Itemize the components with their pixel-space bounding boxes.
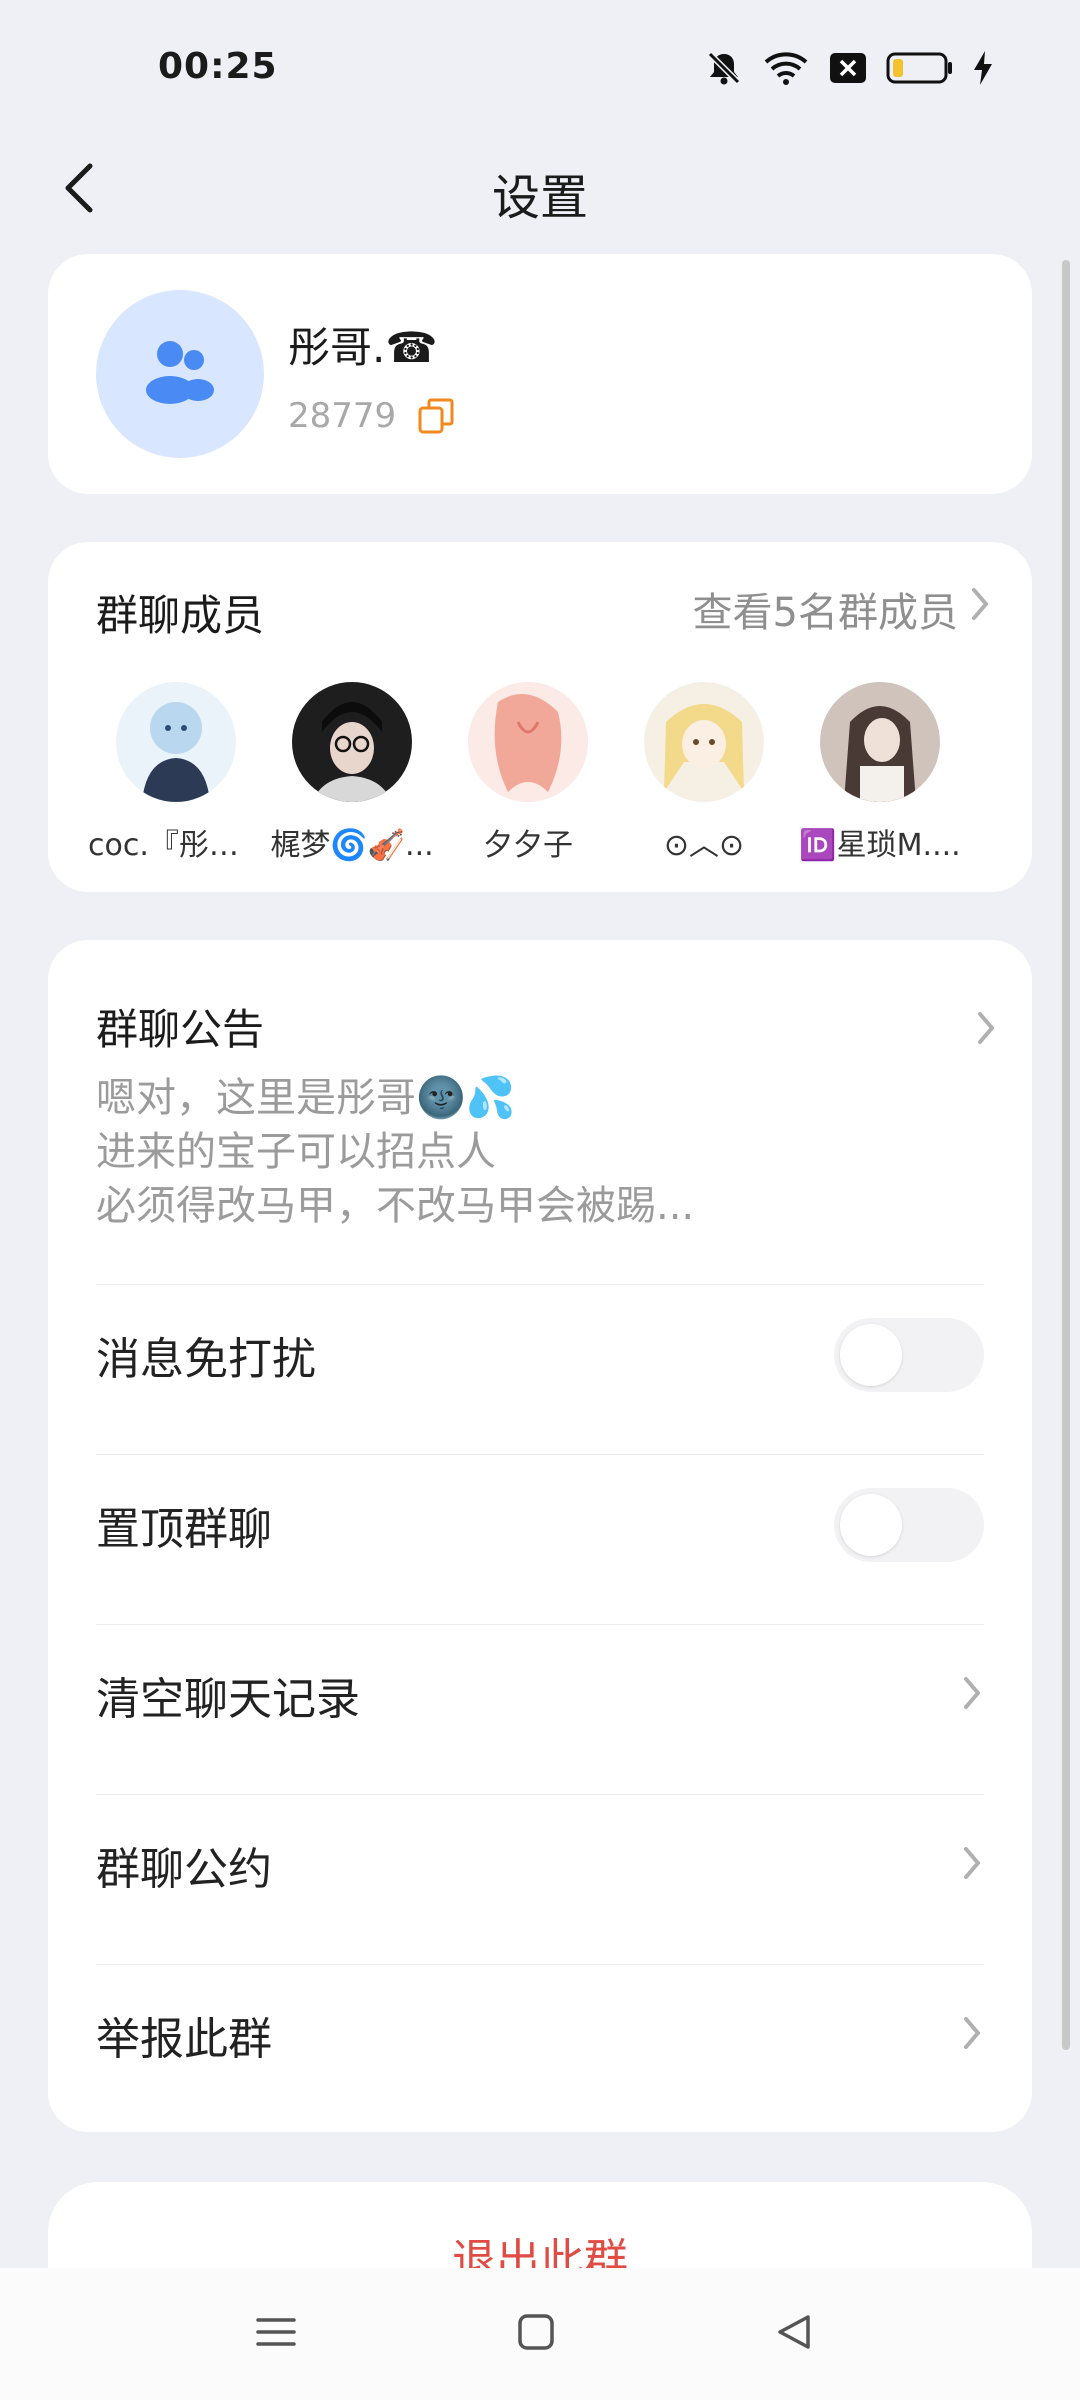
status-bar: 00:25	[0, 0, 1080, 130]
header: 设置	[0, 140, 1080, 240]
chevron-right-icon	[960, 1843, 984, 1887]
charging-icon	[972, 50, 994, 86]
system-nav-bar	[0, 2268, 1080, 2400]
group-id: 28779	[288, 396, 397, 436]
notice-line: 嗯对，这里是彤哥🌚💦	[96, 1075, 516, 1121]
copy-icon[interactable]	[416, 396, 456, 436]
setting-label: 群聊公约	[96, 1844, 272, 1895]
battery-icon	[886, 51, 954, 85]
avatar	[644, 682, 764, 802]
mute-bell-icon	[704, 48, 744, 88]
setting-row-clear-history[interactable]: 清空聊天记录	[96, 1640, 984, 1750]
settings-screen: 00:25 设置 彤哥.☎ 28779 群聊成员 查看5名群成员 coc.『彤哥…	[0, 0, 1080, 2400]
setting-row-mute: 消息免打扰	[96, 1300, 984, 1410]
avatar	[116, 682, 236, 802]
setting-label: 消息免打扰	[96, 1334, 316, 1385]
mute-toggle[interactable]	[834, 1318, 984, 1392]
divider	[96, 1454, 984, 1455]
divider	[96, 1284, 984, 1285]
member-name: 🆔星琐M....	[799, 828, 961, 863]
toggle-knob	[840, 1494, 902, 1556]
avatar	[820, 682, 940, 802]
nav-back-button[interactable]	[764, 2304, 824, 2364]
notice-line: 必须得改马甲，不改马甲会被踢...	[96, 1183, 695, 1229]
chevron-right-icon	[960, 1673, 984, 1717]
member-name: 梶梦🌀🎻...	[270, 828, 434, 863]
view-all-members-button[interactable]: 查看5名群成员	[693, 580, 992, 638]
member-item[interactable]: 夕夕子	[440, 682, 616, 864]
group-notice[interactable]: 群聊公告 嗯对，这里是彤哥🌚💦 进来的宝子可以招点人 必须得改马甲，不改马甲会被…	[96, 996, 994, 1229]
group-id-row: 28779	[288, 396, 456, 436]
group-info-card[interactable]: 彤哥.☎ 28779	[48, 254, 1032, 494]
scrollbar[interactable]	[1062, 260, 1070, 2050]
group-people-icon	[140, 332, 220, 416]
view-all-members-label: 查看5名群成员	[692, 590, 958, 636]
group-avatar	[96, 290, 264, 458]
sim-x-icon	[828, 51, 868, 85]
toggle-knob	[840, 1324, 902, 1386]
divider	[96, 1794, 984, 1795]
members-title: 群聊成员	[96, 591, 265, 640]
home-square-icon	[516, 2312, 556, 2356]
member-item[interactable]: 🆔星琐M....	[792, 682, 968, 864]
wifi-icon	[762, 48, 810, 88]
status-time: 00:25	[158, 46, 278, 87]
divider	[96, 1964, 984, 1965]
member-name: 夕夕子	[483, 828, 573, 863]
setting-row-report[interactable]: 举报此群	[96, 1980, 984, 2090]
notice-title: 群聊公告	[96, 1005, 265, 1054]
status-icons	[704, 48, 994, 88]
setting-row-group-rules[interactable]: 群聊公约	[96, 1810, 984, 1920]
home-button[interactable]	[506, 2304, 566, 2364]
chevron-right-icon	[960, 2013, 984, 2057]
avatar	[468, 682, 588, 802]
page-title: 设置	[491, 170, 588, 226]
pin-toggle[interactable]	[834, 1488, 984, 1562]
menu-button[interactable]	[246, 2304, 306, 2364]
member-name: coc.『彤哥....	[88, 828, 264, 863]
group-name: 彤哥.☎	[288, 323, 438, 372]
setting-label: 清空聊天记录	[96, 1674, 360, 1725]
setting-label: 举报此群	[96, 2014, 272, 2065]
setting-label: 置顶群聊	[96, 1504, 272, 1555]
divider	[96, 1624, 984, 1625]
avatar	[292, 682, 412, 802]
member-item[interactable]: ⊙︿⊙	[616, 682, 792, 864]
chevron-right-icon	[968, 584, 992, 634]
notice-line: 进来的宝子可以招点人	[96, 1129, 496, 1175]
back-triangle-icon	[774, 2312, 814, 2356]
setting-row-pin: 置顶群聊	[96, 1470, 984, 1580]
members-card: 群聊成员 查看5名群成员 coc.『彤哥.... 梶梦🌀🎻... 夕夕子 ⊙︿⊙…	[48, 542, 1032, 892]
member-name: ⊙︿⊙	[663, 828, 745, 863]
member-item[interactable]: 梶梦🌀🎻...	[264, 682, 440, 864]
notice-body: 嗯对，这里是彤哥🌚💦 进来的宝子可以招点人 必须得改马甲，不改马甲会被踢...	[96, 1071, 984, 1233]
menu-icon	[256, 2312, 296, 2356]
chevron-right-icon	[974, 1008, 998, 1052]
member-item[interactable]: coc.『彤哥....	[88, 682, 264, 864]
settings-card: 群聊公告 嗯对，这里是彤哥🌚💦 进来的宝子可以招点人 必须得改马甲，不改马甲会被…	[48, 940, 1032, 2132]
